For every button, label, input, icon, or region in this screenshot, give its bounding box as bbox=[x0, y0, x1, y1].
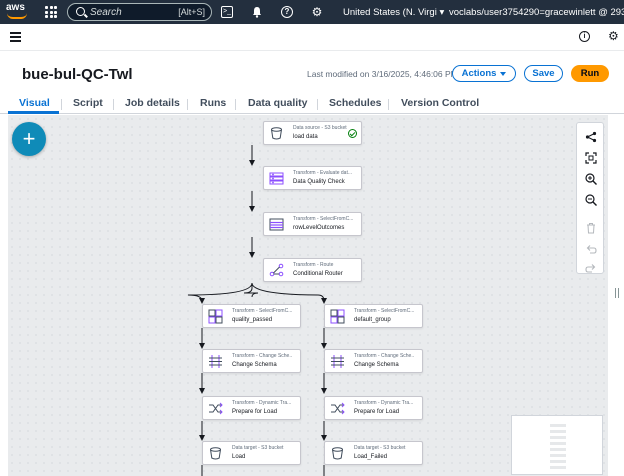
console-subbar: i ⚙ bbox=[0, 24, 624, 51]
actions-label: Actions bbox=[461, 68, 497, 79]
search-input[interactable] bbox=[90, 5, 170, 19]
caret-down-icon bbox=[500, 71, 507, 76]
node-type: Transform - Dynamic Tra... bbox=[232, 400, 292, 406]
node-prepare-for-load-right[interactable]: Transform - Dynamic Tra... Prepare for L… bbox=[324, 396, 423, 420]
route-icon bbox=[269, 263, 284, 277]
node-type: Transform - SelectFromC... bbox=[354, 308, 414, 314]
shuffle-icon bbox=[331, 402, 345, 415]
node-name: Change Schema bbox=[354, 362, 399, 368]
tab-schedules[interactable]: Schedules bbox=[329, 97, 382, 109]
canvas-minimap[interactable] bbox=[511, 415, 603, 475]
node-change-schema-left[interactable]: Transform - Change Sche... Change Schema bbox=[202, 349, 301, 373]
services-grid-icon[interactable] bbox=[45, 6, 57, 18]
shuffle-icon bbox=[209, 402, 223, 415]
add-node-button[interactable]: + bbox=[12, 122, 46, 156]
node-data-quality-check[interactable]: Transform - Evaluate dat... Data Quality… bbox=[263, 166, 362, 190]
job-tabs: Visual Script Job details Runs Data qual… bbox=[0, 94, 624, 114]
node-name: default_group bbox=[354, 317, 391, 323]
zoom-out-icon[interactable] bbox=[585, 194, 597, 206]
run-button[interactable]: Run bbox=[571, 65, 609, 82]
actions-button[interactable]: Actions bbox=[452, 65, 516, 82]
schema-icon bbox=[209, 355, 222, 368]
bucket-icon bbox=[210, 447, 221, 460]
node-row-level-outcomes[interactable]: Transform - SelectFromC... rowLevelOutco… bbox=[263, 212, 362, 236]
node-conditional-router[interactable]: Transform - Route Conditional Router bbox=[263, 258, 362, 282]
save-button[interactable]: Save bbox=[524, 65, 563, 82]
panel-resize-handle[interactable] bbox=[615, 288, 619, 298]
node-name: Data Quality Check bbox=[293, 179, 345, 185]
bucket-icon bbox=[271, 127, 282, 140]
node-name: Load bbox=[232, 454, 246, 460]
node-type: Data target - S3 bucket bbox=[232, 445, 284, 451]
data-quality-icon bbox=[269, 172, 284, 185]
node-name: rowLevelOutcomes bbox=[293, 225, 345, 231]
redo-icon[interactable] bbox=[585, 262, 597, 274]
account-menu[interactable]: voclabs/user3754290=gracewinlett @ 2932-… bbox=[449, 7, 624, 18]
search-shortcut: [Alt+S] bbox=[178, 7, 205, 17]
node-load-failed[interactable]: Data target - S3 bucket Load_Failed bbox=[324, 441, 423, 465]
bucket-icon bbox=[332, 447, 343, 460]
node-type: Transform - Evaluate dat... bbox=[293, 170, 353, 176]
node-name: Prepare for Load bbox=[232, 409, 278, 415]
node-name: Change Schema bbox=[232, 362, 277, 368]
info-icon[interactable]: i bbox=[579, 31, 590, 42]
visual-canvas[interactable]: + Data source - S3 bucket load data Tran… bbox=[8, 115, 608, 476]
fit-to-screen-icon[interactable] bbox=[585, 152, 597, 164]
select-icon bbox=[330, 309, 345, 324]
page-title: bue-bul-QC-Twl bbox=[22, 66, 133, 83]
aws-logo-text: aws bbox=[6, 2, 25, 13]
tab-script[interactable]: Script bbox=[73, 97, 103, 109]
tab-runs[interactable]: Runs bbox=[200, 97, 226, 109]
trash-icon[interactable] bbox=[585, 222, 597, 234]
node-type: Transform - Change Sche... bbox=[354, 353, 414, 359]
node-type: Data target - S3 bucket bbox=[354, 445, 406, 451]
node-type: Transform - Dynamic Tra... bbox=[354, 400, 414, 406]
zoom-in-icon[interactable] bbox=[585, 173, 597, 185]
preferences-gear-icon[interactable]: ⚙ bbox=[608, 29, 619, 43]
share-layout-icon[interactable] bbox=[585, 131, 597, 143]
tab-job-details[interactable]: Job details bbox=[125, 97, 180, 109]
select-icon bbox=[208, 309, 223, 324]
cloudshell-icon[interactable]: >_ bbox=[221, 6, 233, 18]
node-default-group[interactable]: Transform - SelectFromC... default_group bbox=[324, 304, 423, 328]
tab-version-control[interactable]: Version Control bbox=[401, 97, 479, 109]
tab-data-quality[interactable]: Data quality bbox=[248, 97, 308, 109]
node-load-data[interactable]: Data source - S3 bucket load data bbox=[263, 121, 362, 145]
search-box[interactable]: [Alt+S] bbox=[67, 3, 212, 21]
undo-icon[interactable] bbox=[585, 243, 597, 255]
node-type: Transform - SelectFromC... bbox=[232, 308, 292, 314]
node-type: Data source - S3 bucket bbox=[293, 125, 347, 131]
minimap-graph bbox=[550, 424, 566, 470]
gear-icon[interactable]: ⚙ bbox=[311, 6, 323, 18]
node-load[interactable]: Data target - S3 bucket Load bbox=[202, 441, 301, 465]
aws-logo[interactable]: aws bbox=[6, 3, 30, 21]
canvas-toolbar bbox=[576, 122, 604, 274]
node-name: Load_Failed bbox=[354, 454, 388, 460]
bell-icon[interactable] bbox=[251, 6, 263, 18]
node-type: Transform - Change Sche... bbox=[232, 353, 292, 359]
success-check-icon bbox=[348, 129, 357, 138]
aws-top-nav: aws [Alt+S] >_ ? ⚙ United States (N. Vir… bbox=[0, 0, 624, 24]
region-selector[interactable]: United States (N. Virgi ▾ bbox=[343, 7, 444, 18]
node-type: Transform - Route bbox=[293, 262, 334, 268]
last-modified-text: Last modified on 3/16/2025, 4:46:06 PM bbox=[307, 69, 458, 79]
node-quality-passed[interactable]: Transform - SelectFromC... quality_passe… bbox=[202, 304, 301, 328]
node-change-schema-right[interactable]: Transform - Change Sche... Change Schema bbox=[324, 349, 423, 373]
menu-icon[interactable] bbox=[10, 32, 21, 42]
node-name: Conditional Router bbox=[293, 271, 343, 277]
node-name: load data bbox=[293, 134, 318, 140]
active-tab-indicator bbox=[8, 111, 59, 114]
node-type: Transform - SelectFromC... bbox=[293, 216, 353, 222]
help-icon[interactable]: ? bbox=[281, 6, 293, 18]
node-name: quality_passed bbox=[232, 317, 273, 323]
search-icon bbox=[76, 7, 85, 16]
tab-visual[interactable]: Visual bbox=[19, 97, 50, 109]
schema-icon bbox=[331, 355, 344, 368]
node-name: Prepare for Load bbox=[354, 409, 400, 415]
select-icon bbox=[269, 218, 284, 231]
node-prepare-for-load-left[interactable]: Transform - Dynamic Tra... Prepare for L… bbox=[202, 396, 301, 420]
